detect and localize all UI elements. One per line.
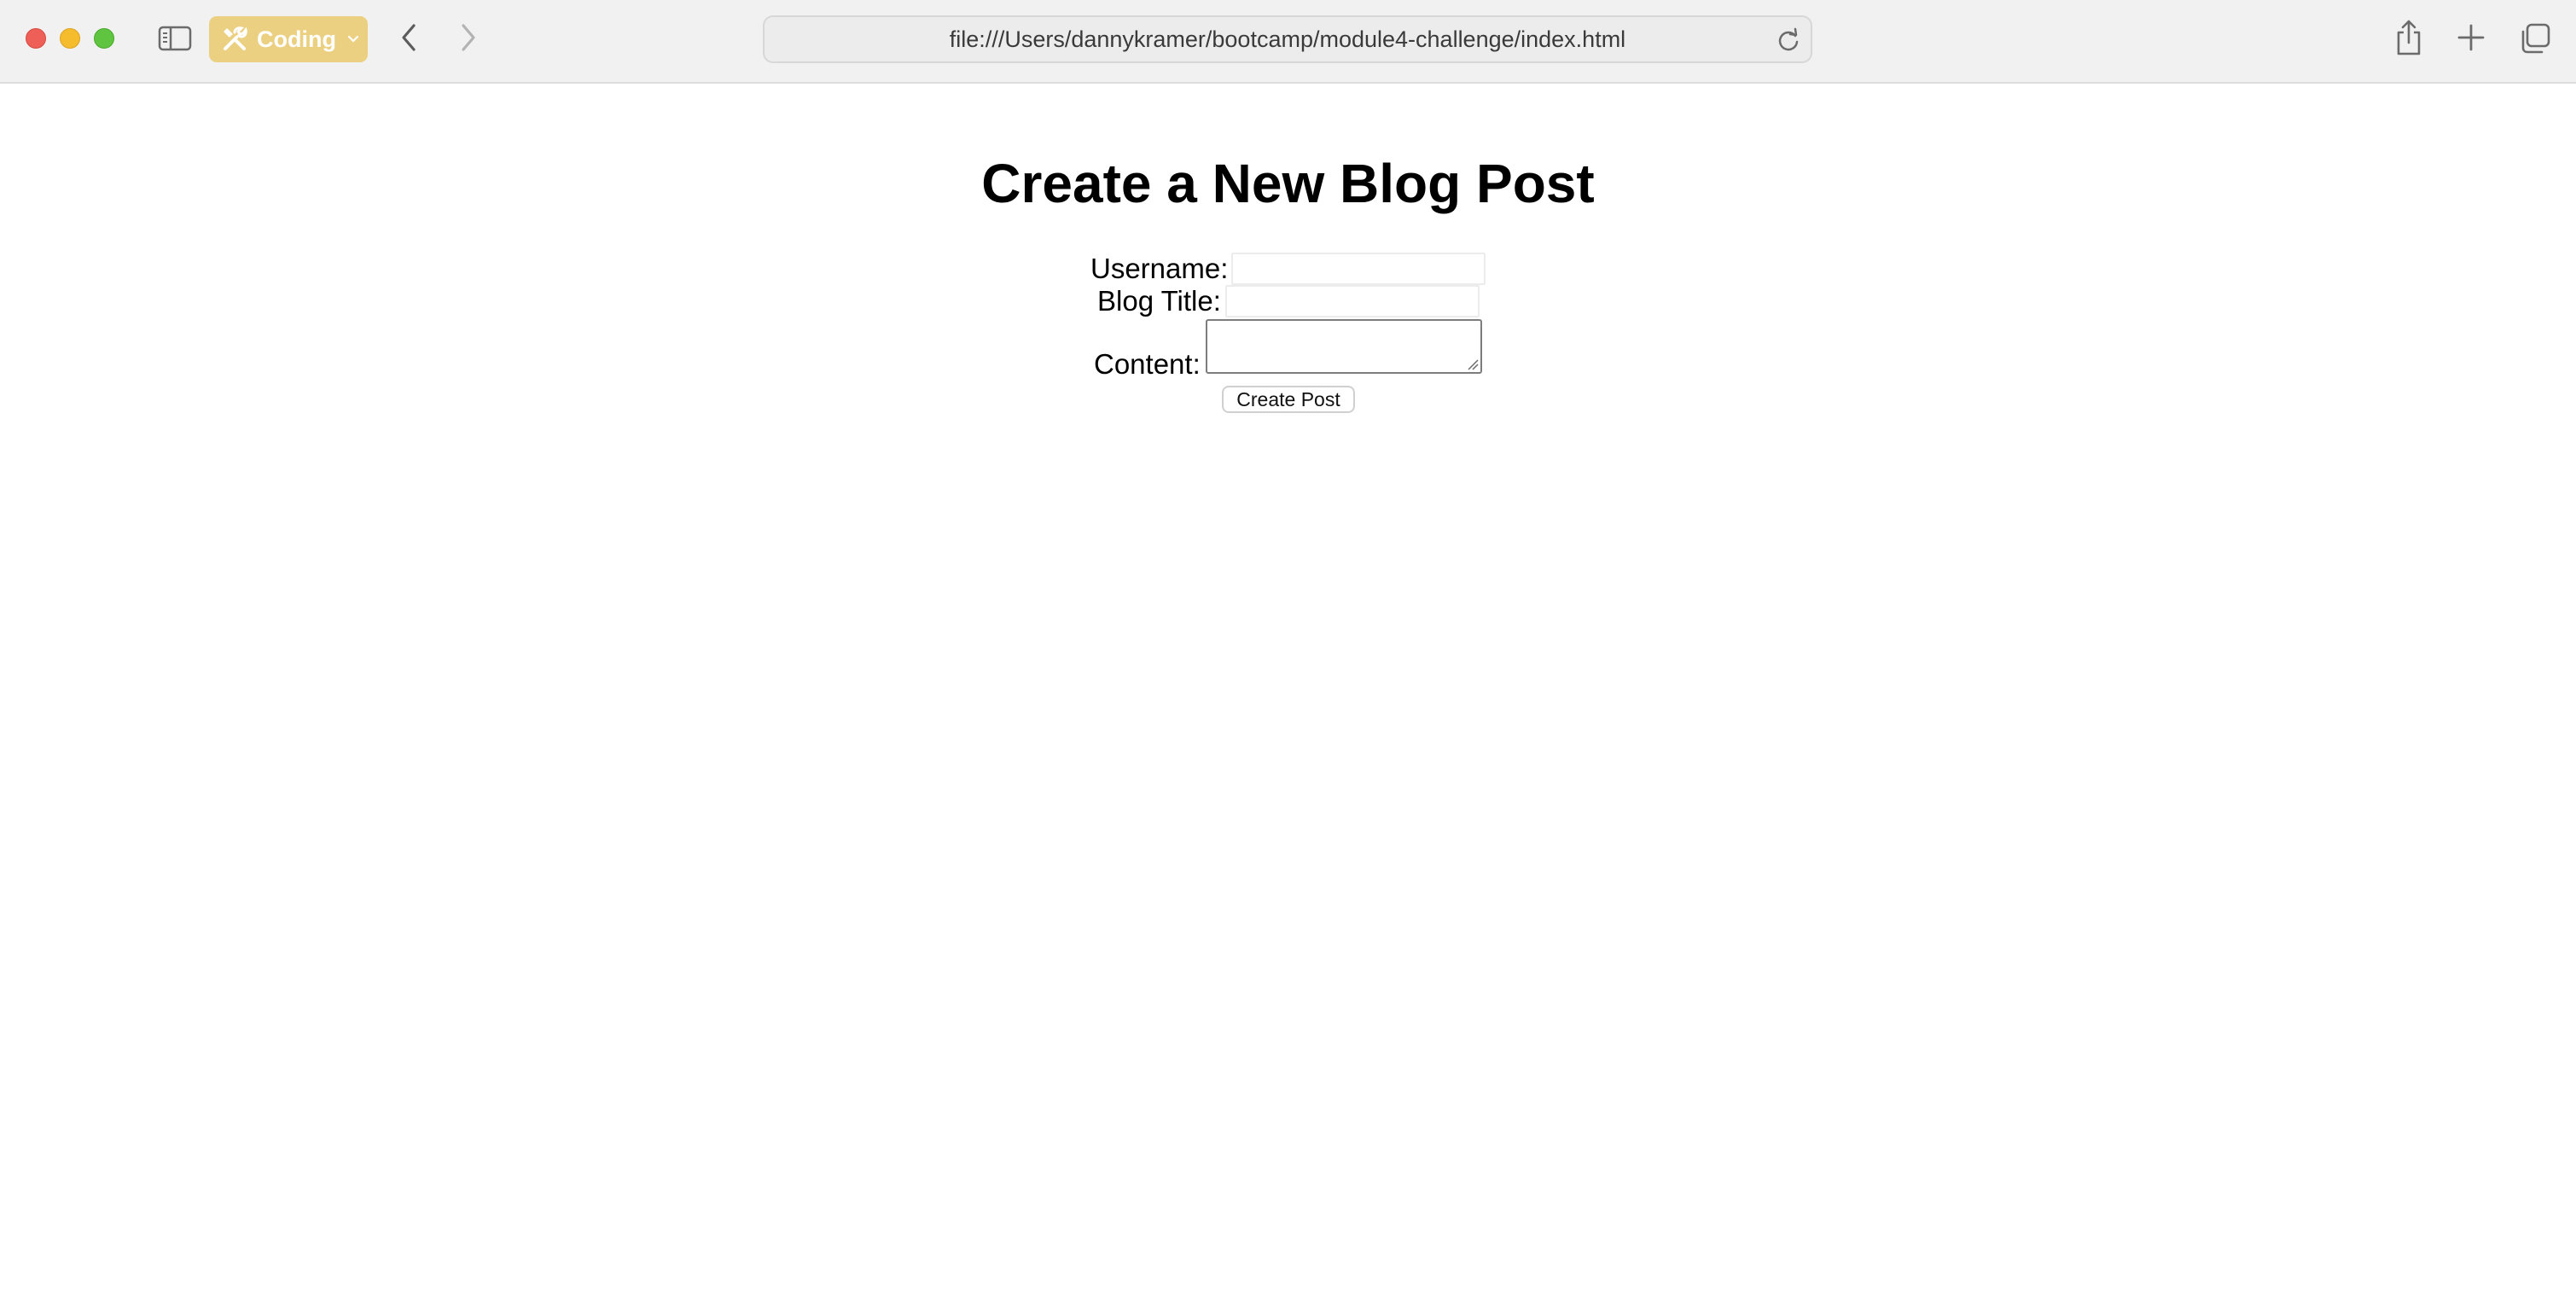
chevron-down-icon [346,34,360,44]
new-tab-button[interactable] [2454,20,2488,55]
tab-overview-button[interactable] [2517,20,2553,56]
content-label: Content: [1094,348,1201,380]
window-minimize-button[interactable] [60,28,80,49]
username-label: Username: [1090,253,1229,284]
tab-overview-icon [2521,23,2550,54]
forward-button[interactable] [454,20,483,55]
address-bar[interactable]: file:///Users/dannykramer/bootcamp/modul… [763,15,1812,63]
blog-title-input[interactable] [1225,285,1480,317]
resize-grip-icon[interactable] [1467,358,1479,370]
reload-button[interactable] [1775,26,1802,54]
window-close-button[interactable] [26,28,46,49]
web-page-content: Create a New Blog Post Username: Blog Ti… [0,84,2576,1315]
browser-toolbar: Coding file:///Users/dannykramer/bootcam… [0,0,2576,84]
username-input[interactable] [1231,253,1486,285]
plus-icon [2457,24,2485,51]
sidebar-toggle-button[interactable] [155,22,195,55]
sidebar-icon [158,26,192,51]
chevron-left-icon [402,24,416,51]
blog-title-label: Blog Title: [1097,285,1221,317]
tools-icon [224,26,247,50]
address-url[interactable]: file:///Users/dannykramer/bootcamp/modul… [765,17,1811,61]
share-button[interactable] [2392,17,2426,58]
reload-icon [1778,27,1799,51]
create-post-button[interactable]: Create Post [1222,386,1355,413]
window-maximize-button[interactable] [94,28,114,49]
share-icon [2397,20,2421,55]
profile-label: Coding [257,26,336,52]
back-button[interactable] [394,20,423,55]
profile-selector[interactable]: Coding [209,16,368,62]
chevron-right-icon [462,24,475,51]
content-textarea[interactable] [1206,319,1482,374]
page-title: Create a New Blog Post [981,153,1595,214]
